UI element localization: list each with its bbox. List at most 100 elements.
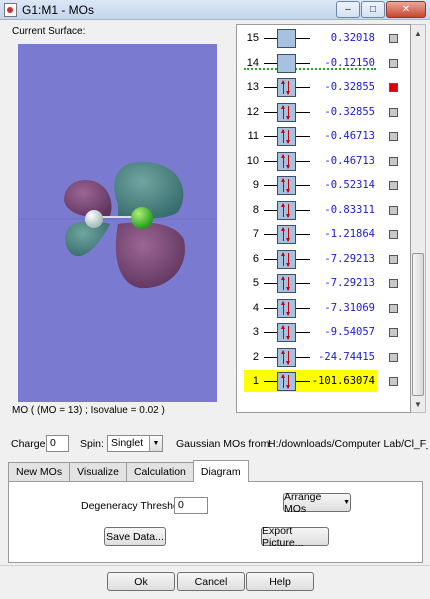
mo-visibility-checkbox[interactable]	[389, 58, 398, 68]
mo-visibility-checkbox[interactable]	[389, 328, 398, 337]
occupied-orbital-icon[interactable]	[277, 151, 296, 171]
mo-visibility-checkbox[interactable]	[389, 279, 398, 288]
scroll-up-arrow-icon[interactable]: ▲	[412, 26, 424, 40]
occupied-orbital-icon[interactable]	[277, 298, 296, 318]
empty-orbital-icon[interactable]	[277, 53, 296, 73]
spin-select[interactable]: Singlet ▼	[107, 435, 163, 452]
arrange-mos-button[interactable]: Arrange MOs ▼	[283, 490, 351, 515]
save-data-button[interactable]: Save Data...	[104, 527, 166, 546]
mo-visibility-checkbox[interactable]	[389, 254, 398, 264]
occupied-orbital-icon[interactable]	[277, 372, 296, 391]
mo-level-line	[264, 307, 277, 309]
mo-visibility-checkbox[interactable]	[389, 303, 398, 313]
mo-visibility-checkbox[interactable]	[389, 181, 398, 190]
mo-visibility-checkbox[interactable]	[389, 377, 398, 386]
minimize-button[interactable]: –	[336, 1, 360, 18]
occupied-orbital-icon[interactable]	[277, 323, 296, 342]
occupied-orbital-icon[interactable]	[277, 200, 296, 220]
mo-energy: -1.21864	[324, 228, 375, 240]
mo-visibility-checkbox[interactable]	[389, 230, 398, 239]
occupied-orbital-icon[interactable]	[277, 249, 296, 269]
tab-visualize[interactable]: Visualize	[69, 462, 127, 481]
charge-input[interactable]: 0	[46, 435, 69, 452]
mo-energy: -9.54057	[324, 326, 375, 338]
mo-row[interactable]: 1 -101.63074	[237, 370, 410, 392]
mo-row[interactable]: 12 -0.32855	[237, 101, 410, 123]
mo-level-line	[264, 332, 277, 333]
mo-level-line	[264, 111, 277, 113]
spin-label: Spin:	[80, 438, 104, 450]
mo-level-line	[264, 160, 277, 162]
electron-pair-icon	[281, 202, 292, 218]
mo-index: 6	[252, 252, 259, 265]
mo-index: 2	[252, 350, 259, 363]
mo-row[interactable]: 14 -0.12150	[237, 52, 410, 74]
mo-row[interactable]: 15 0.32018	[237, 27, 410, 49]
chevron-down-icon[interactable]: ▼	[149, 436, 162, 451]
window-controls: – □ ✕	[336, 1, 426, 18]
mo-energy: -0.52314	[324, 179, 375, 191]
mo-level-line	[264, 258, 277, 260]
mo-energy: -0.32855	[324, 105, 375, 118]
export-picture-button[interactable]: Export Picture...	[261, 525, 329, 549]
occupied-orbital-icon[interactable]	[277, 78, 296, 97]
mo-row[interactable]: 8 -0.83311	[237, 199, 410, 221]
scroll-thumb[interactable]	[412, 253, 424, 396]
mo-row[interactable]: 7 -1.21864	[237, 223, 410, 245]
close-button[interactable]: ✕	[386, 1, 426, 18]
mo-visibility-checkbox[interactable]	[389, 83, 398, 92]
scroll-down-arrow-icon[interactable]: ▼	[412, 397, 424, 411]
empty-orbital-icon[interactable]	[277, 29, 296, 48]
mo-row[interactable]: 2 -24.74415	[237, 346, 410, 368]
mo-visibility-checkbox[interactable]	[389, 132, 398, 141]
mo-energy: -0.46713	[324, 154, 375, 167]
degeneracy-threshold-input[interactable]: 0	[174, 497, 208, 514]
mo-level-line	[264, 381, 277, 382]
occupied-orbital-icon[interactable]	[277, 225, 296, 244]
maximize-button[interactable]: □	[361, 1, 385, 18]
mo-diagram-scrollbar[interactable]: ▲ ▼	[411, 24, 426, 413]
mo-visibility-checkbox[interactable]	[389, 205, 398, 215]
mo-visibility-checkbox[interactable]	[389, 34, 398, 43]
mo-visibility-checkbox[interactable]	[389, 156, 398, 166]
chlorine-atom[interactable]	[131, 207, 153, 229]
occupied-orbital-icon[interactable]	[277, 176, 296, 195]
mo-row[interactable]: 10 -0.46713	[237, 150, 410, 172]
mo-energy: 0.32018	[330, 32, 375, 44]
mo-visibility-checkbox[interactable]	[389, 107, 398, 117]
mo-energy: -7.31069	[324, 301, 375, 314]
mo-row[interactable]: 11 -0.46713	[237, 125, 410, 147]
electron-pair-icon	[281, 276, 292, 291]
mo-visibility-checkbox[interactable]	[389, 352, 398, 362]
mo-energy: -24.74415	[318, 350, 375, 363]
cancel-button[interactable]: Cancel	[177, 572, 245, 591]
arrange-mos-label: Arrange MOs	[284, 490, 322, 515]
mo-index: 15	[246, 32, 259, 44]
mo-row[interactable]: 13 -0.32855	[237, 76, 410, 98]
electron-pair-icon	[281, 300, 292, 316]
mo-row[interactable]: 3 -9.54057	[237, 321, 410, 343]
mo-row[interactable]: 9 -0.52314	[237, 174, 410, 196]
tab-diagram[interactable]: Diagram	[192, 460, 249, 482]
occupied-orbital-icon[interactable]	[277, 127, 296, 146]
tab-new-mos[interactable]: New MOs	[8, 462, 71, 481]
mo-energy: -0.83311	[324, 203, 375, 216]
mo-row[interactable]: 5 -7.29213	[237, 272, 410, 294]
occupied-orbital-icon[interactable]	[277, 102, 296, 122]
app-icon[interactable]	[4, 3, 17, 17]
footer-divider	[0, 565, 430, 566]
mo-row[interactable]: 6 -7.29213	[237, 248, 410, 270]
mo-diagram[interactable]: 15 0.32018 14 -0.12150 13 -0.32855 12 -0.32855 1…	[236, 24, 411, 413]
mo-tabs: New MOs Visualize Calculation Diagram	[8, 460, 249, 482]
ok-button[interactable]: Ok	[107, 572, 175, 591]
gaussian-mos-label: Gaussian MOs from:	[176, 438, 273, 450]
tab-calculation[interactable]: Calculation	[125, 462, 194, 481]
mo-row[interactable]: 4 -7.31069	[237, 297, 410, 319]
title-bar: G1:M1 - MOs – □ ✕	[0, 0, 430, 20]
hydrogen-atom[interactable]	[85, 210, 103, 228]
help-button[interactable]: Help	[246, 572, 314, 591]
occupied-orbital-icon[interactable]	[277, 347, 296, 367]
molecule-viewport[interactable]	[18, 44, 217, 402]
mo-level-line	[264, 283, 277, 284]
occupied-orbital-icon[interactable]	[277, 274, 296, 293]
